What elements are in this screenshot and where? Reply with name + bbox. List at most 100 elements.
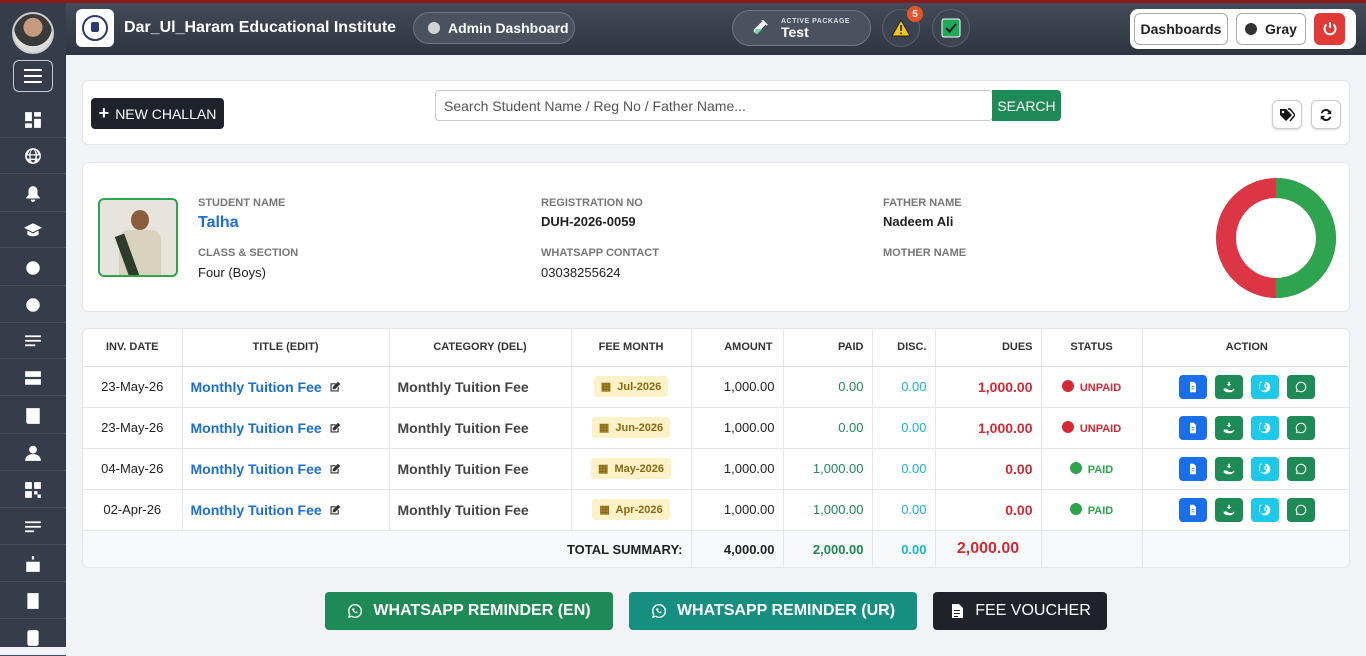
col-header: AMOUNT [691,329,784,367]
history-button[interactable] [1250,497,1279,522]
file-icon[interactable] [0,620,66,656]
col-header: INV. DATE [83,329,183,367]
edit-icon[interactable] [329,381,341,393]
whatsapp-button[interactable] [1286,374,1315,399]
student-photo [98,198,178,277]
title-cell[interactable]: Monthly Tuition Fee [182,366,390,408]
status-badge: PAID [1069,503,1114,517]
whatsapp-button[interactable] [1286,415,1315,440]
category-cell[interactable]: Monthly Tuition Fee [389,366,572,408]
school-icon[interactable] [0,546,66,582]
status-text: PAID [1087,505,1114,517]
col-header: PAID [783,329,873,367]
file-icon [1189,381,1196,392]
summary-dues: 2,000.00 [935,530,1042,567]
category-cell[interactable]: Monthly Tuition Fee [389,489,572,531]
book-icon[interactable] [0,398,66,434]
file-button[interactable] [1178,374,1207,399]
layout-icon[interactable] [0,360,66,396]
pay-hand-button[interactable] [1214,415,1243,440]
history-button[interactable] [1250,456,1279,481]
file-button[interactable] [1178,415,1207,440]
graduation-cap-icon[interactable] [0,212,66,248]
edit-icon[interactable] [329,463,341,475]
title-cell[interactable]: Monthly Tuition Fee [182,407,390,449]
top-accent-line [0,0,1366,3]
new-challan-button[interactable]: + NEW CHALLAN [91,98,224,129]
paid-amount: 0.00 [783,366,873,408]
text-icon[interactable] [0,509,66,545]
circle-icon[interactable] [0,250,66,286]
dashboard-icon[interactable] [0,102,66,138]
class-label: CLASS & SECTION [198,247,299,259]
power-button[interactable] [1314,13,1345,45]
pay-hand-button[interactable] [1214,374,1243,399]
whatsapp-button[interactable] [1286,497,1315,522]
history-button[interactable] [1250,374,1279,399]
active-package-pill[interactable]: ACTIVE PACKAGE Test [732,10,871,46]
user-avatar[interactable] [12,12,54,54]
alerts-button[interactable]: 5 [882,6,923,47]
title-cell[interactable]: Monthly Tuition Fee [182,489,390,531]
inv-date: 04-May-26 [83,448,183,490]
summary-label: TOTAL SUMMARY: [83,530,692,567]
father-value: Nadeem Ali [883,214,954,229]
user-icon[interactable] [0,435,66,471]
action-cell [1142,366,1349,408]
tags-icon [1280,107,1295,121]
whatsapp-reminder-en-button[interactable]: WHATSAPP REMINDER (EN) [325,592,613,630]
search-input[interactable] [435,90,993,121]
history-icon [1258,504,1270,515]
file-button[interactable] [1178,497,1207,522]
status-badge: UNPAID [1061,421,1121,435]
title-link[interactable]: Monthly Tuition Fee [191,502,322,518]
fee-month: Apr-2026 [615,504,663,516]
whatsapp-button[interactable] [1286,456,1315,481]
title-link[interactable]: Monthly Tuition Fee [191,420,322,436]
refresh-button[interactable] [1311,100,1341,129]
title-link[interactable]: Monthly Tuition Fee [191,461,322,477]
calendar-icon: ▦ [597,463,609,475]
title-cell[interactable]: Monthly Tuition Fee [182,448,390,490]
edit-icon[interactable] [329,422,341,434]
package-name: Test [781,23,809,40]
whatsapp-reminder-ur-button[interactable]: WHATSAPP REMINDER (UR) [629,592,917,630]
fee-voucher-button[interactable]: FEE VOUCHER [933,592,1107,630]
fee-month-badge: ▦ May-2026 [590,458,672,479]
discount: 0.00 [872,448,936,490]
admin-dashboard-pill[interactable]: Admin Dashboard [413,12,575,44]
category-cell[interactable]: Monthly Tuition Fee [389,448,572,490]
status-cell: UNPAID [1041,366,1143,408]
title-link[interactable]: Monthly Tuition Fee [191,379,322,395]
sidebar [0,0,66,656]
tags-button[interactable] [1272,100,1302,129]
history-button[interactable] [1250,415,1279,440]
bell-icon[interactable] [0,176,66,212]
student-name: Talha [198,214,239,231]
dashboards-button[interactable]: Dashboards [1134,13,1228,45]
document-icon[interactable] [0,583,66,619]
history-icon [1258,463,1270,474]
theme-label: Gray [1265,21,1297,37]
col-header: DISC. [872,329,936,367]
file-button[interactable] [1178,456,1207,481]
table-row: 23-May-26 Monthly Tuition Fee Monthly Tui… [83,366,1349,408]
discount: 0.00 [872,489,936,531]
circle-icon[interactable] [0,287,66,323]
reg-value: DUH-2026-0059 [541,214,636,229]
pay-hand-button[interactable] [1214,497,1243,522]
amount: 1,000.00 [691,448,784,490]
edit-icon[interactable] [329,504,341,516]
search-button[interactable]: SEARCH [992,90,1061,121]
tasks-button[interactable] [932,9,970,47]
list-icon[interactable] [0,323,66,359]
globe-icon[interactable] [0,138,66,174]
pay-hand-button[interactable] [1214,456,1243,481]
qr-icon[interactable] [0,472,66,508]
dues: 1,000.00 [935,407,1042,449]
institute-logo[interactable] [76,9,114,47]
menu-toggle-button[interactable] [13,60,53,92]
theme-gray-button[interactable]: Gray [1236,13,1306,45]
refresh-icon [1320,108,1332,121]
category-cell[interactable]: Monthly Tuition Fee [389,407,572,449]
